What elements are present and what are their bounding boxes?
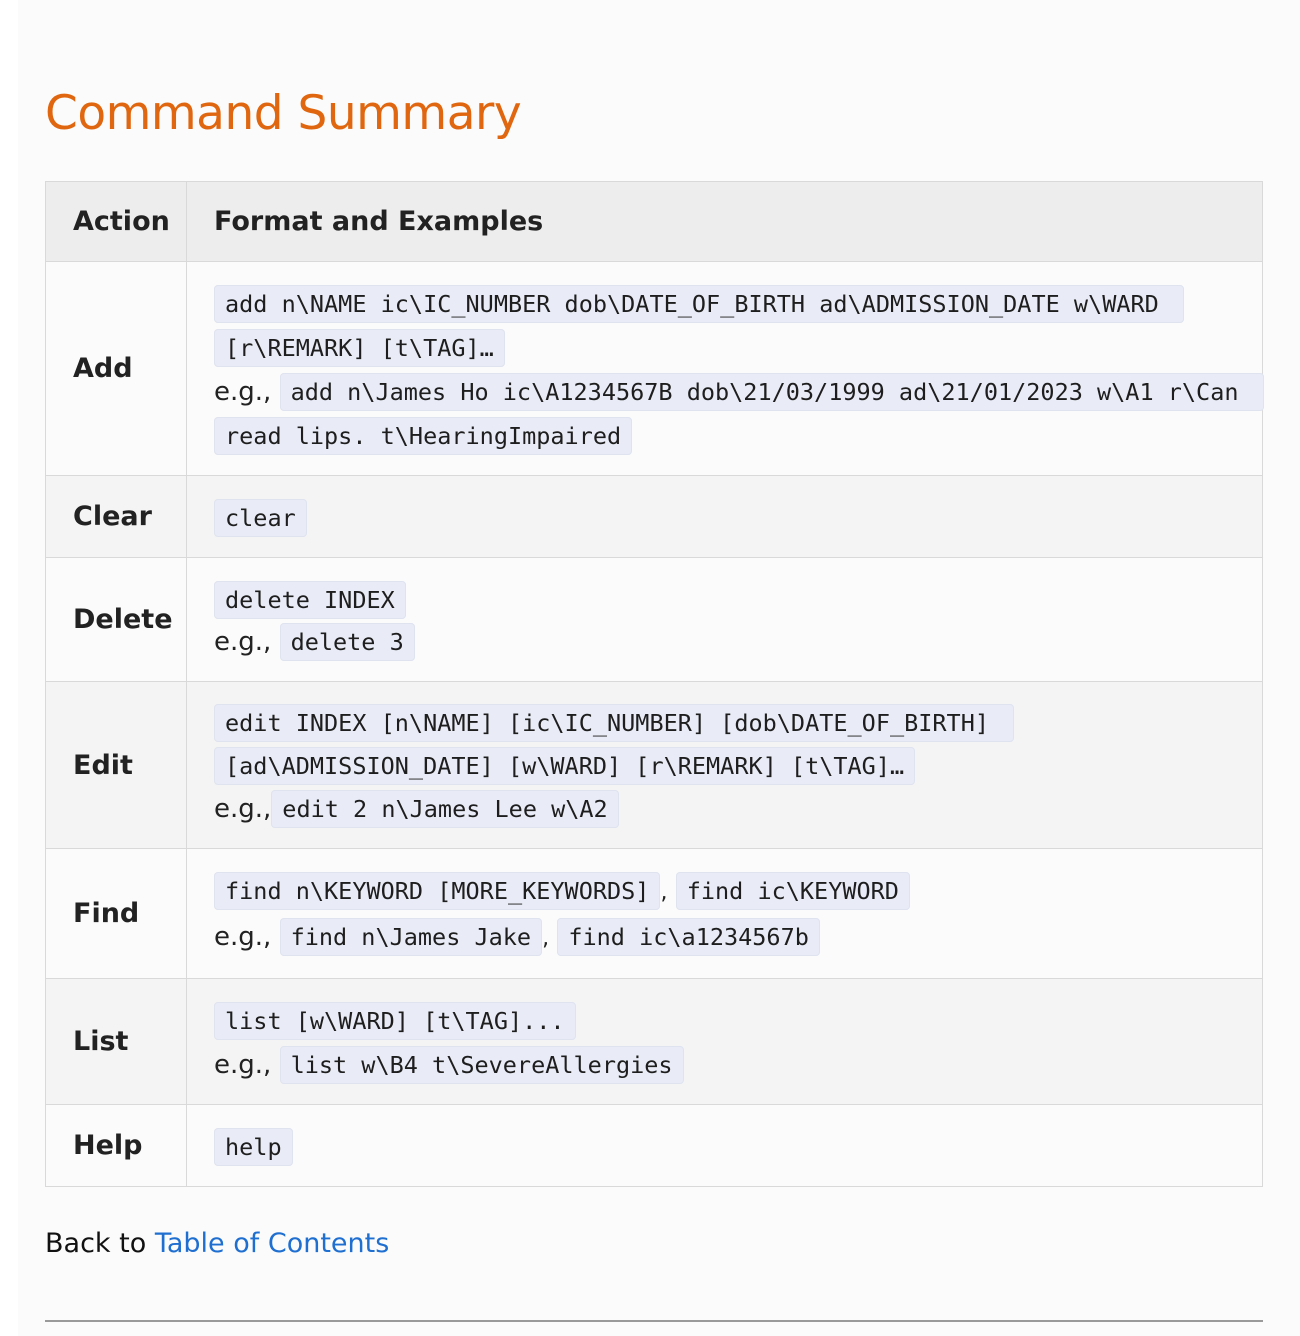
action-help: Help (45, 1104, 187, 1187)
page: Command Summary Action Format and Exampl… (18, 0, 1300, 1336)
table-row-edit: Edit edit INDEX [n\NAME] [ic\IC_NUMBER] … (45, 681, 1263, 849)
format-cell-edit: edit INDEX [n\NAME] [ic\IC_NUMBER] [dob\… (186, 681, 1263, 849)
eg-label: e.g., (214, 1050, 272, 1080)
eg-label: e.g., (214, 794, 272, 824)
comma: , (542, 926, 550, 951)
table-of-contents-link[interactable]: Table of Contents (155, 1228, 389, 1259)
example-code-find-ic: find ic\a1234567b (557, 918, 820, 956)
eg-label: e.g., (214, 377, 272, 407)
page-title: Command Summary (45, 86, 522, 141)
format-cell-find: find n\KEYWORD [MORE_KEYWORDS], find ic\… (186, 848, 1263, 979)
example-code-edit: edit 2 n\James Lee w\A2 (271, 790, 619, 828)
eg-label: e.g., (214, 627, 272, 657)
horizontal-rule (45, 1320, 1263, 1322)
format-cell-delete: delete INDEX e.g., delete 3 (186, 557, 1263, 682)
command-summary-table: Action Format and Examples Add add n\NAM… (45, 181, 1264, 1187)
format-code-find-ic: find ic\KEYWORD (675, 872, 910, 910)
table-row-find: Find find n\KEYWORD [MORE_KEYWORDS], fin… (45, 848, 1263, 979)
table-row-add: Add add n\NAME ic\IC_NUMBER dob\DATE_OF_… (45, 261, 1264, 476)
example-code-find-name: find n\James Jake (279, 918, 543, 956)
format-code-edit: edit INDEX [n\NAME] [ic\IC_NUMBER] [dob\… (214, 704, 1015, 785)
example-code-add: add n\James Ho ic\A1234567B dob\21/03/19… (214, 373, 1264, 455)
back-prefix: Back to (45, 1228, 155, 1259)
format-code-delete: delete INDEX (214, 581, 406, 619)
table-row-clear: Clear clear (45, 475, 1263, 558)
comma: , (660, 880, 668, 905)
table-header-row: Action Format and Examples (45, 181, 1263, 262)
action-edit: Edit (45, 681, 187, 849)
action-clear: Clear (45, 475, 187, 558)
back-to-toc: Back to Table of Contents (45, 1228, 389, 1259)
format-code-clear: clear (214, 499, 307, 537)
example-code-list: list w\B4 t\SevereAllergies (279, 1046, 684, 1084)
action-delete: Delete (45, 557, 187, 682)
action-add: Add (45, 261, 187, 476)
format-code-find-name: find n\KEYWORD [MORE_KEYWORDS] (214, 872, 661, 910)
eg-label: e.g., (214, 922, 272, 952)
format-cell-clear: clear (186, 475, 1263, 558)
header-format: Format and Examples (186, 181, 1263, 262)
header-action: Action (45, 181, 187, 262)
format-code-help: help (214, 1128, 293, 1166)
action-find: Find (45, 848, 187, 979)
table-row-list: List list [w\WARD] [t\TAG]... e.g., list… (45, 978, 1263, 1105)
action-list: List (45, 978, 187, 1105)
format-cell-list: list [w\WARD] [t\TAG]... e.g., list w\B4… (186, 978, 1263, 1105)
table-row-delete: Delete delete INDEX e.g., delete 3 (45, 557, 1263, 682)
format-cell-help: help (186, 1104, 1263, 1187)
format-code-list: list [w\WARD] [t\TAG]... (214, 1002, 576, 1040)
example-code-delete: delete 3 (279, 623, 415, 661)
format-cell-add: add n\NAME ic\IC_NUMBER dob\DATE_OF_BIRT… (186, 261, 1264, 476)
table-row-help: Help help (45, 1104, 1263, 1187)
format-code-add: add n\NAME ic\IC_NUMBER dob\DATE_OF_BIRT… (214, 285, 1184, 367)
